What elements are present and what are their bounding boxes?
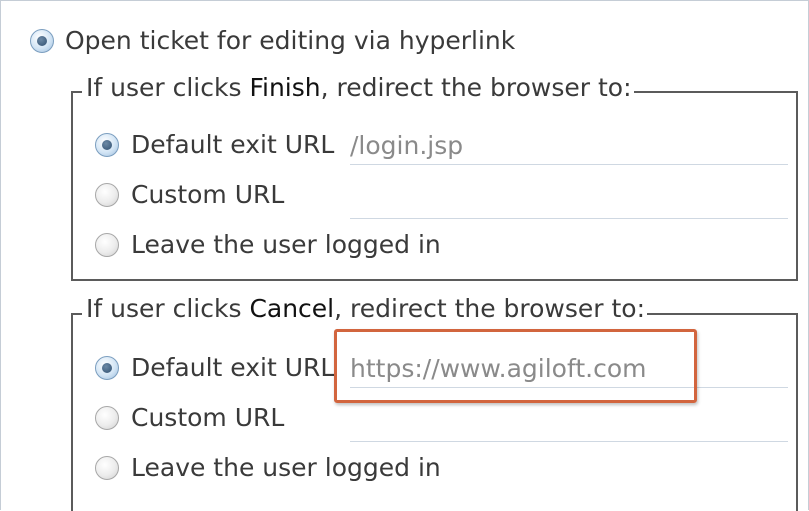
cancel-custom-url-label: Custom URL bbox=[131, 403, 285, 432]
finish-legend-suffix: , redirect the browser to: bbox=[320, 73, 632, 102]
open-ticket-radio[interactable] bbox=[30, 29, 54, 53]
finish-default-url-radio[interactable] bbox=[95, 133, 119, 157]
finish-custom-url-field[interactable] bbox=[350, 182, 788, 219]
cancel-group-legend: If user clicks Cancel, redirect the brow… bbox=[82, 294, 648, 324]
cancel-default-url-radio[interactable] bbox=[95, 356, 119, 380]
redirect-settings-panel: Open ticket for editing via hyperlink If… bbox=[0, 0, 809, 511]
finish-legend-keyword: Finish bbox=[249, 73, 321, 102]
cancel-custom-url-radio[interactable] bbox=[95, 406, 119, 430]
cancel-stay-logged-in-radio[interactable] bbox=[95, 456, 119, 480]
radio-dot-icon bbox=[102, 140, 112, 150]
finish-default-url-label: Default exit URL bbox=[131, 130, 335, 159]
cancel-default-url-label: Default exit URL bbox=[131, 353, 335, 382]
radio-dot-icon bbox=[102, 363, 112, 373]
finish-custom-url-label: Custom URL bbox=[131, 180, 285, 209]
cancel-legend-keyword: Cancel bbox=[249, 294, 335, 323]
cancel-stay-logged-in-label: Leave the user logged in bbox=[131, 453, 441, 482]
open-ticket-label: Open ticket for editing via hyperlink bbox=[65, 26, 516, 55]
cancel-custom-url-field[interactable] bbox=[350, 405, 788, 442]
cancel-legend-prefix: If user clicks bbox=[86, 294, 250, 323]
finish-stay-logged-in-label: Leave the user logged in bbox=[131, 230, 441, 259]
finish-custom-url-radio[interactable] bbox=[95, 183, 119, 207]
radio-dot-icon bbox=[37, 36, 47, 46]
cancel-legend-suffix: , redirect the browser to: bbox=[334, 294, 646, 323]
finish-stay-logged-in-radio[interactable] bbox=[95, 233, 119, 257]
finish-default-url-field[interactable]: /login.jsp bbox=[350, 128, 788, 165]
finish-legend-prefix: If user clicks bbox=[86, 73, 250, 102]
finish-group-legend: If user clicks Finish, redirect the brow… bbox=[82, 73, 634, 103]
url-highlight-box bbox=[334, 329, 697, 403]
